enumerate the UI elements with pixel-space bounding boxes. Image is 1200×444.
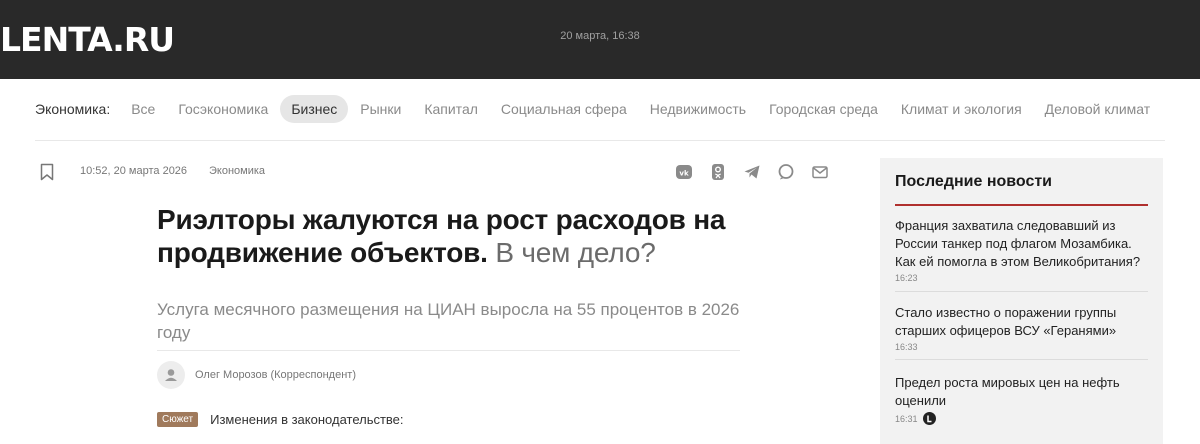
bookmark-icon[interactable]: [40, 163, 54, 181]
live-icon: [922, 412, 936, 425]
story-badge: Сюжет: [157, 412, 199, 427]
tab-realty[interactable]: Недвижимость: [639, 95, 757, 123]
lead-divider: [157, 350, 740, 351]
article-lead: Услуга месячного размещения на ЦИАН выро…: [157, 300, 740, 342]
site-logo[interactable]: LENTA.RU: [0, 20, 175, 60]
tab-all[interactable]: Все: [120, 95, 166, 123]
news-separator: [895, 359, 1148, 360]
news-item-title[interactable]: Стало известно о поражении группы старши…: [895, 304, 1155, 340]
avatar: [157, 361, 185, 389]
article-title: Риэлторы жалуются на рост расходов на пр…: [157, 203, 757, 269]
article-time: 10:52, 20 марта 2026: [80, 165, 188, 177]
top-bar: LENTA.RU 20 марта, 16:38: [0, 0, 1200, 79]
tab-business-climate[interactable]: Деловой климат: [1034, 95, 1161, 123]
mail-icon[interactable]: [811, 163, 829, 181]
news-item-title[interactable]: Предел роста мировых цен на нефть оценил…: [895, 374, 1155, 410]
news-item-time: 16:31: [895, 412, 1155, 425]
story-title[interactable]: Изменения в законодательстве:: [210, 412, 403, 427]
author-block[interactable]: Олег Морозов (Корреспондент): [157, 361, 356, 389]
article-rubric-link[interactable]: Экономика: [209, 165, 265, 177]
tab-markets[interactable]: Рынки: [349, 95, 412, 123]
sidebar-title-underline: [895, 204, 1148, 206]
story-line[interactable]: Сюжет Изменения в законодательстве:: [157, 412, 404, 427]
tab-gov-economy[interactable]: Госэкономика: [167, 95, 279, 123]
tab-urban[interactable]: Городская среда: [758, 95, 889, 123]
rubric-nav-title[interactable]: Экономика:: [35, 101, 110, 117]
share-bar: vk: [675, 163, 829, 181]
sidebar-title: Последние новости: [895, 173, 1053, 190]
news-item[interactable]: Предел роста мировых цен на нефть оценил…: [895, 374, 1155, 425]
news-item-time: 16:23: [895, 273, 918, 283]
article-title-sub: В чем дело?: [495, 237, 656, 268]
news-item[interactable]: Франция захватила следовавший из России …: [895, 217, 1155, 283]
rubric-nav: Экономика: Все Госэкономика Бизнес Рынки…: [35, 94, 1162, 124]
tab-social[interactable]: Социальная сфера: [490, 95, 638, 123]
news-item-time: 16:33: [895, 342, 918, 352]
user-icon: [165, 369, 177, 381]
news-item[interactable]: Стало известно о поражении группы старши…: [895, 304, 1155, 352]
news-separator: [895, 291, 1148, 292]
svg-text:vk: vk: [679, 170, 689, 178]
ok-icon[interactable]: [709, 163, 727, 181]
latest-news-sidebar: Последние новости Франция захватила след…: [880, 158, 1163, 444]
vk-icon[interactable]: vk: [675, 163, 693, 181]
tab-capital[interactable]: Капитал: [413, 95, 489, 123]
tab-climate[interactable]: Климат и экология: [890, 95, 1033, 123]
tab-business[interactable]: Бизнес: [280, 95, 349, 123]
news-item-title[interactable]: Франция захватила следовавший из России …: [895, 217, 1155, 271]
current-date: 20 марта, 16:38: [560, 30, 640, 42]
nav-divider: [35, 140, 1165, 141]
max-icon[interactable]: [777, 163, 795, 181]
author-name[interactable]: Олег Морозов (Корреспондент): [195, 369, 356, 381]
telegram-icon[interactable]: [743, 163, 761, 181]
